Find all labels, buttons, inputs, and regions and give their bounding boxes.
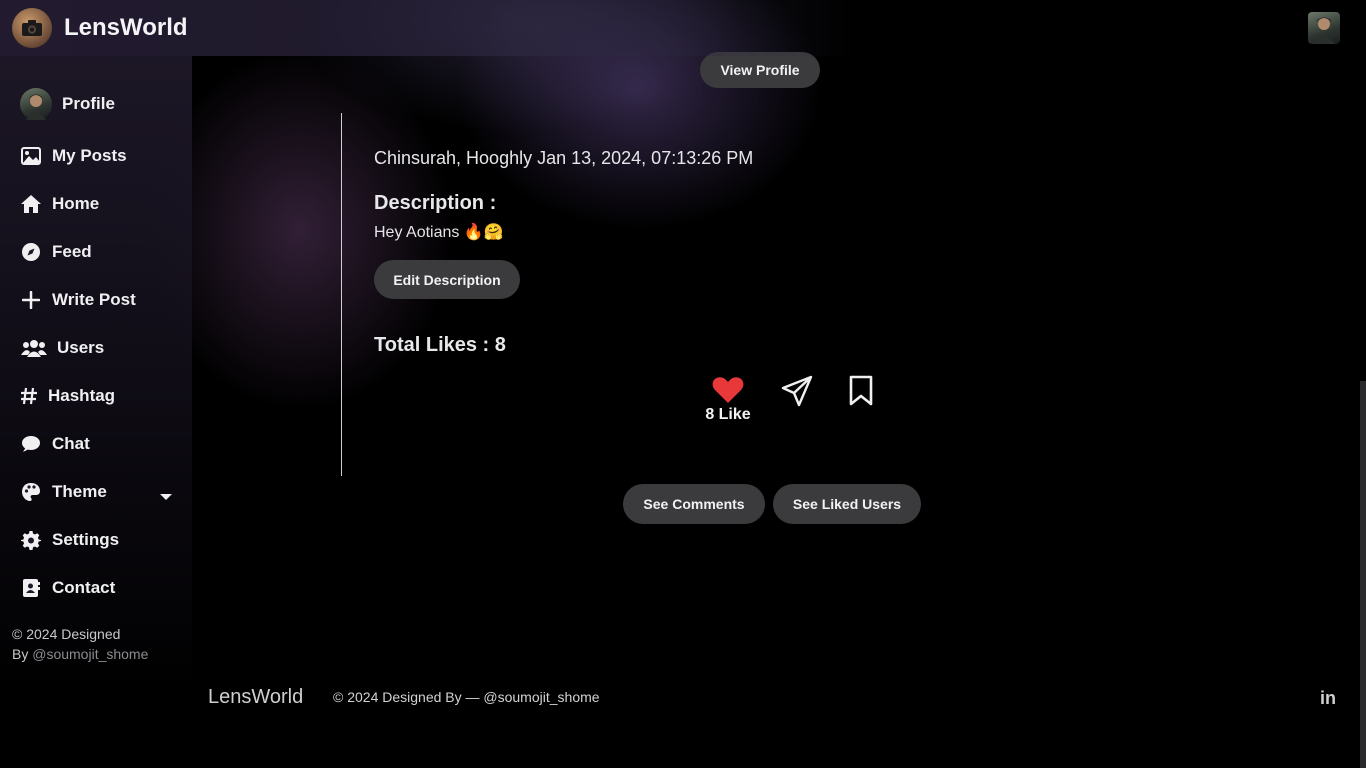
sidebar-item-feed[interactable]: Feed — [20, 241, 92, 263]
view-profile-button[interactable]: View Profile — [700, 52, 820, 88]
gear-icon — [20, 529, 42, 551]
user-avatar[interactable] — [1308, 12, 1340, 44]
sidebar-item-theme[interactable]: Theme — [20, 481, 107, 503]
sidebar-item-label: Home — [52, 194, 100, 213]
see-liked-users-button[interactable]: See Liked Users — [773, 484, 921, 524]
sidebar-item-chat[interactable]: Chat — [20, 433, 90, 455]
brand[interactable]: LensWorld — [12, 8, 188, 48]
sidebar-item-contact[interactable]: Contact — [20, 577, 115, 599]
image-icon — [20, 145, 42, 167]
bookmark-button[interactable] — [849, 375, 873, 411]
like-button[interactable] — [712, 376, 744, 409]
send-icon — [781, 375, 813, 411]
share-button[interactable] — [781, 375, 813, 412]
description-title: Description : — [374, 192, 497, 214]
sidebar-copyright: © 2024 Designed — [12, 626, 121, 642]
users-icon — [20, 337, 47, 359]
sidebar-item-label: Contact — [52, 578, 116, 597]
sidebar-item-label: Theme — [52, 482, 107, 501]
content-divider — [341, 113, 342, 476]
sidebar-item-label: Profile — [62, 94, 115, 113]
plus-icon — [20, 289, 42, 311]
sidebar-item-label: My Posts — [52, 146, 127, 165]
sidebar-item-label: Chat — [52, 434, 90, 453]
home-icon — [20, 193, 42, 215]
bookmark-icon — [849, 375, 873, 410]
sidebar-item-write-post[interactable]: Write Post — [20, 289, 136, 311]
sidebar-credit: By @soumojit_shome — [12, 646, 149, 662]
sidebar: Profile My Posts Home Feed Write Post Us… — [0, 56, 192, 768]
edit-description-button[interactable]: Edit Description — [374, 260, 520, 299]
sidebar-footer: © 2024 Designed By @soumojit_shome — [12, 624, 148, 664]
linkedin-icon[interactable]: in — [1320, 688, 1336, 709]
like-count: 8 Like — [705, 406, 751, 423]
sidebar-item-home[interactable]: Home — [20, 193, 99, 215]
sidebar-item-label: Users — [57, 338, 105, 357]
camera-logo-icon — [12, 8, 52, 48]
sidebar-item-label: Hashtag — [48, 386, 116, 405]
compass-icon — [20, 241, 42, 263]
hash-icon — [20, 385, 38, 407]
description-text: Hey Aotians 🔥🤗 — [374, 224, 504, 241]
sidebar-item-users[interactable]: Users — [20, 337, 104, 359]
post-location-time: Chinsurah, Hooghly Jan 13, 2024, 07:13:2… — [374, 148, 754, 168]
footer-copyright: © 2024 Designed By — @soumojit_shome — [333, 689, 600, 705]
palette-icon — [20, 481, 42, 503]
contact-icon — [20, 577, 42, 599]
chat-icon — [20, 433, 42, 455]
see-comments-button[interactable]: See Comments — [623, 484, 765, 524]
sidebar-item-label: Feed — [52, 242, 92, 261]
sidebar-item-profile[interactable]: Profile — [20, 88, 115, 120]
sidebar-item-label: Write Post — [52, 290, 136, 309]
sidebar-item-my-posts[interactable]: My Posts — [20, 145, 127, 167]
background-glow — [0, 0, 1366, 768]
brand-name: LensWorld — [64, 14, 188, 41]
chevron-down-icon[interactable] — [159, 488, 173, 506]
sidebar-item-hashtag[interactable]: Hashtag — [20, 385, 115, 407]
avatar — [20, 88, 52, 120]
sidebar-item-settings[interactable]: Settings — [20, 529, 119, 551]
author-handle-link[interactable]: @soumojit_shome — [32, 646, 148, 662]
sidebar-item-label: Settings — [52, 530, 120, 549]
top-bar: LensWorld — [0, 0, 1366, 56]
total-likes: Total Likes : 8 — [374, 334, 506, 356]
footer-brand[interactable]: LensWorld — [208, 686, 303, 709]
scrollbar[interactable] — [1360, 381, 1366, 768]
